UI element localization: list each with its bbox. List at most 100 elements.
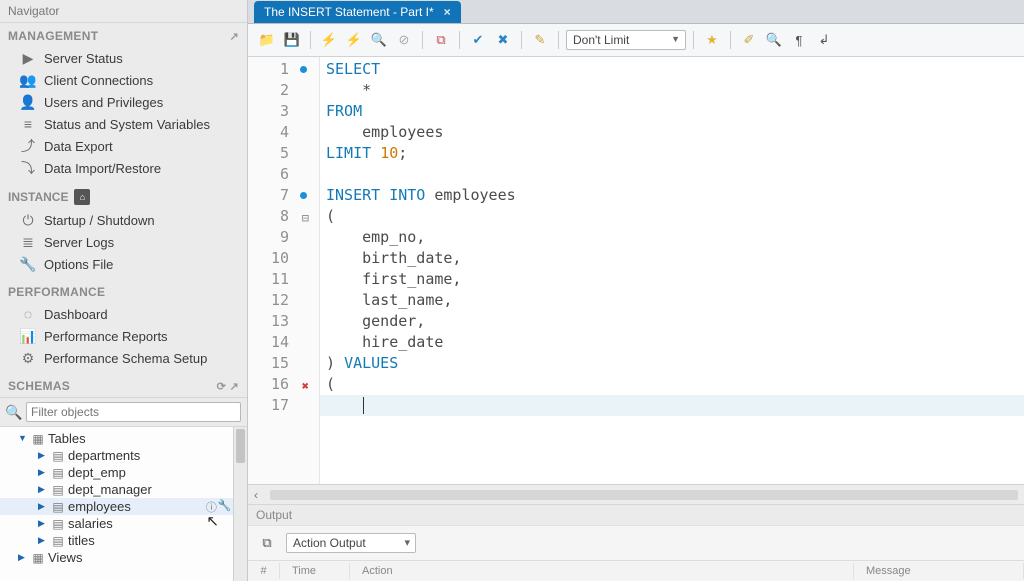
output-mode-select[interactable]: Action Output	[286, 533, 416, 553]
nav-item-label: Options File	[44, 257, 113, 272]
gutter-line[interactable]: 11	[248, 269, 319, 290]
code-line[interactable]: LIMIT 10;	[320, 143, 1024, 164]
nav-item-reports[interactable]: 📊Performance Reports	[0, 325, 247, 347]
chevron-right-icon[interactable]	[38, 501, 48, 512]
invisible-chars-icon[interactable]: ¶	[788, 29, 810, 51]
code-line[interactable]: INSERT INTO employees	[320, 185, 1024, 206]
wrap-icon[interactable]: ↲	[813, 29, 835, 51]
code-line[interactable]: hire_date	[320, 332, 1024, 353]
editor-code[interactable]: SELECT *FROM employeesLIMIT 10; INSERT IN…	[320, 57, 1024, 484]
open-file-icon[interactable]: 📁	[256, 29, 278, 51]
code-line[interactable]: emp_no,	[320, 227, 1024, 248]
nav-item-export[interactable]: ⤴Data Export	[0, 135, 247, 157]
beautify-icon[interactable]: ✐	[738, 29, 760, 51]
gutter-line[interactable]: 16	[248, 374, 319, 395]
chevron-right-icon[interactable]	[38, 467, 48, 478]
gutter-line[interactable]: 3	[248, 101, 319, 122]
tree-node-table[interactable]: ▤titles	[0, 532, 247, 549]
chevron-right-icon[interactable]	[38, 535, 48, 546]
execute-icon[interactable]: ⚡	[318, 29, 340, 51]
gutter-line[interactable]: 17	[248, 395, 319, 416]
code-line[interactable]: birth_date,	[320, 248, 1024, 269]
close-icon[interactable]: ×	[444, 5, 451, 19]
chevron-left-icon[interactable]: ‹	[254, 488, 258, 502]
code-line[interactable]: ) VALUES	[320, 353, 1024, 374]
code-line[interactable]: last_name,	[320, 290, 1024, 311]
gutter-line[interactable]: 5	[248, 143, 319, 164]
col-num[interactable]: #	[248, 563, 280, 579]
gutter-line[interactable]: 1	[248, 59, 319, 80]
splitter[interactable]: ‹	[248, 484, 1024, 504]
nav-item-connections[interactable]: 👥Client Connections	[0, 69, 247, 91]
sql-editor[interactable]: 1234567891011121314151617 SELECT *FROM e…	[248, 57, 1024, 484]
rollback-icon[interactable]: ✖	[492, 29, 514, 51]
code-line[interactable]: employees	[320, 122, 1024, 143]
chevron-right-icon[interactable]	[38, 484, 48, 495]
code-line[interactable]: FROM	[320, 101, 1024, 122]
chevron-down-icon[interactable]	[18, 433, 28, 444]
refresh-icon[interactable]: ⟳ ↗	[217, 380, 239, 393]
tree-node-table[interactable]: ▤employeesⓘ🔧▦↖	[0, 498, 247, 515]
chevron-right-icon[interactable]	[38, 518, 48, 529]
code-line[interactable]: SELECT	[320, 59, 1024, 80]
gutter-line[interactable]: 10	[248, 248, 319, 269]
gutter-line[interactable]: 13	[248, 311, 319, 332]
nav-item-import[interactable]: ⤵Data Import/Restore	[0, 157, 247, 179]
splitter-track[interactable]	[270, 490, 1018, 500]
chevron-right-icon[interactable]	[18, 552, 28, 563]
toggle-result-icon[interactable]: ⧉	[430, 29, 452, 51]
favorite-icon[interactable]: ★	[701, 29, 723, 51]
tree-node-table[interactable]: ▤salaries	[0, 515, 247, 532]
tree-node-table[interactable]: ▤dept_emp	[0, 464, 247, 481]
col-action[interactable]: Action	[350, 563, 854, 579]
gutter-line[interactable]: 9	[248, 227, 319, 248]
autocommit-icon[interactable]: ✎	[529, 29, 551, 51]
nav-item-power[interactable]: ⏻Startup / Shutdown	[0, 209, 247, 231]
wrench-icon[interactable]: 🔧	[218, 499, 232, 515]
output-layout-icon[interactable]: ⧉	[256, 532, 278, 554]
schema-tree[interactable]: ▦ Tables ▤departments▤dept_emp▤dept_mana…	[0, 426, 247, 581]
chevron-right-icon[interactable]	[38, 450, 48, 461]
nav-item-users[interactable]: 👤Users and Privileges	[0, 91, 247, 113]
gutter-line[interactable]: 12	[248, 290, 319, 311]
schema-filter-input[interactable]	[26, 402, 241, 422]
expand-icon[interactable]: ↗	[229, 30, 239, 43]
code-line[interactable]	[320, 395, 1024, 416]
code-line[interactable]: first_name,	[320, 269, 1024, 290]
nav-item-variables[interactable]: ≡Status and System Variables	[0, 113, 247, 135]
tree-node-table[interactable]: ▤dept_manager	[0, 481, 247, 498]
gutter-line[interactable]: 4	[248, 122, 319, 143]
stop-icon[interactable]: ⊘	[393, 29, 415, 51]
table-icon: ▤	[51, 517, 65, 531]
gutter-line[interactable]: 14	[248, 332, 319, 353]
code-line[interactable]: gender,	[320, 311, 1024, 332]
execute-current-icon[interactable]: ⚡	[343, 29, 365, 51]
tree-node-views[interactable]: ▦ Views	[0, 549, 247, 566]
gutter-line[interactable]: 7	[248, 185, 319, 206]
gutter-line[interactable]: 8	[248, 206, 319, 227]
explain-icon[interactable]: 🔍	[368, 29, 390, 51]
code-line[interactable]: (	[320, 374, 1024, 395]
tree-node-table[interactable]: ▤departments	[0, 447, 247, 464]
gutter-line[interactable]: 15	[248, 353, 319, 374]
editor-tab[interactable]: The INSERT Statement - Part I* ×	[254, 1, 461, 23]
nav-item-dashboard[interactable]: ◌Dashboard	[0, 303, 247, 325]
nav-item-schema-setup[interactable]: ⚙Performance Schema Setup	[0, 347, 247, 369]
limit-select[interactable]: Don't Limit	[566, 30, 686, 50]
nav-item-status[interactable]: ▶Server Status	[0, 47, 247, 69]
save-icon[interactable]: 💾	[281, 29, 303, 51]
gutter-line[interactable]: 2	[248, 80, 319, 101]
commit-icon[interactable]: ✔	[467, 29, 489, 51]
gutter-line[interactable]: 6	[248, 164, 319, 185]
code-line[interactable]: (	[320, 206, 1024, 227]
find-icon[interactable]: 🔍	[763, 29, 785, 51]
nav-item-logs[interactable]: ≣Server Logs	[0, 231, 247, 253]
code-line[interactable]	[320, 164, 1024, 185]
col-message[interactable]: Message	[854, 563, 1024, 579]
code-line[interactable]: *	[320, 80, 1024, 101]
nav-item-label: Data Export	[44, 139, 113, 154]
nav-item-options[interactable]: 🔧Options File	[0, 253, 247, 275]
col-time[interactable]: Time	[280, 563, 350, 579]
tree-scrollbar[interactable]	[233, 427, 247, 581]
tree-node-tables[interactable]: ▦ Tables	[0, 430, 247, 447]
